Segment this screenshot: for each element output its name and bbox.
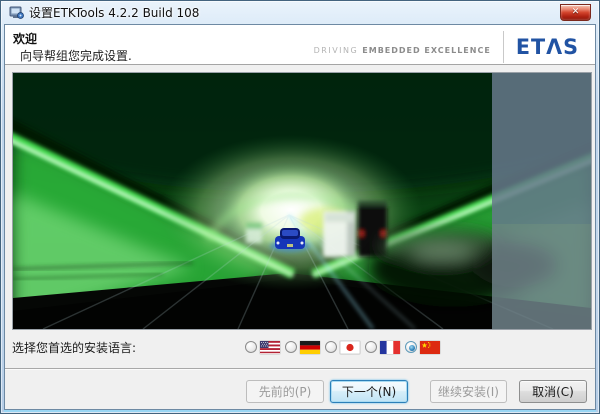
- header-divider: [503, 31, 504, 63]
- page-title: 欢迎: [13, 30, 37, 47]
- language-label: 选择您首选的安装语言:: [12, 339, 136, 356]
- language-option-english[interactable]: [245, 341, 280, 354]
- page-subtitle: 向导帮组您完成设置.: [20, 47, 132, 64]
- flag-fr-icon: [380, 341, 400, 354]
- button-bar: 先前的(P) 下一个(N) 继续安装(I) 取消(C): [5, 368, 595, 409]
- language-row: 选择您首选的安装语言:: [12, 337, 588, 357]
- close-icon: ✕: [572, 7, 580, 17]
- installer-icon: [9, 5, 24, 20]
- flag-jp-icon: [340, 341, 360, 354]
- next-button[interactable]: 下一个(N): [330, 380, 408, 403]
- etas-logo: ETΛS: [516, 30, 579, 59]
- language-options: [245, 341, 440, 354]
- radio-german[interactable]: [285, 341, 297, 353]
- flag-cn-icon: [420, 341, 440, 354]
- cancel-button[interactable]: 取消(C): [519, 380, 587, 403]
- radio-french[interactable]: [365, 341, 377, 353]
- radio-english[interactable]: [245, 341, 257, 353]
- brand-tagline: DRIVING EMBEDDED EXCELLENCE: [314, 36, 491, 55]
- dialog-body: 欢迎 向导帮组您完成设置. DRIVING EMBEDDED EXCELLENC…: [4, 24, 596, 410]
- radio-japanese[interactable]: [325, 341, 337, 353]
- wizard-header: 欢迎 向导帮组您完成设置. DRIVING EMBEDDED EXCELLENC…: [5, 25, 595, 65]
- previous-button[interactable]: 先前的(P): [246, 380, 324, 403]
- installer-window: 设置ETKTools 4.2.2 Build 108 ✕ 欢迎 向导帮组您完成设…: [0, 0, 600, 414]
- flag-us-icon: [260, 341, 280, 354]
- flag-de-icon: [300, 341, 320, 354]
- window-title: 设置ETKTools 4.2.2 Build 108: [29, 4, 199, 21]
- continue-install-button[interactable]: 继续安装(I): [430, 380, 507, 403]
- language-option-french[interactable]: [365, 341, 400, 354]
- close-button[interactable]: ✕: [560, 4, 591, 21]
- language-option-chinese[interactable]: [405, 341, 440, 354]
- radio-chinese[interactable]: [405, 341, 417, 353]
- hero-image-tunnel: [12, 72, 592, 330]
- language-option-japanese[interactable]: [325, 341, 360, 354]
- brand-block: DRIVING EMBEDDED EXCELLENCE ETΛS: [314, 25, 579, 65]
- language-option-german[interactable]: [285, 341, 320, 354]
- titlebar[interactable]: 设置ETKTools 4.2.2 Build 108 ✕: [1, 1, 599, 24]
